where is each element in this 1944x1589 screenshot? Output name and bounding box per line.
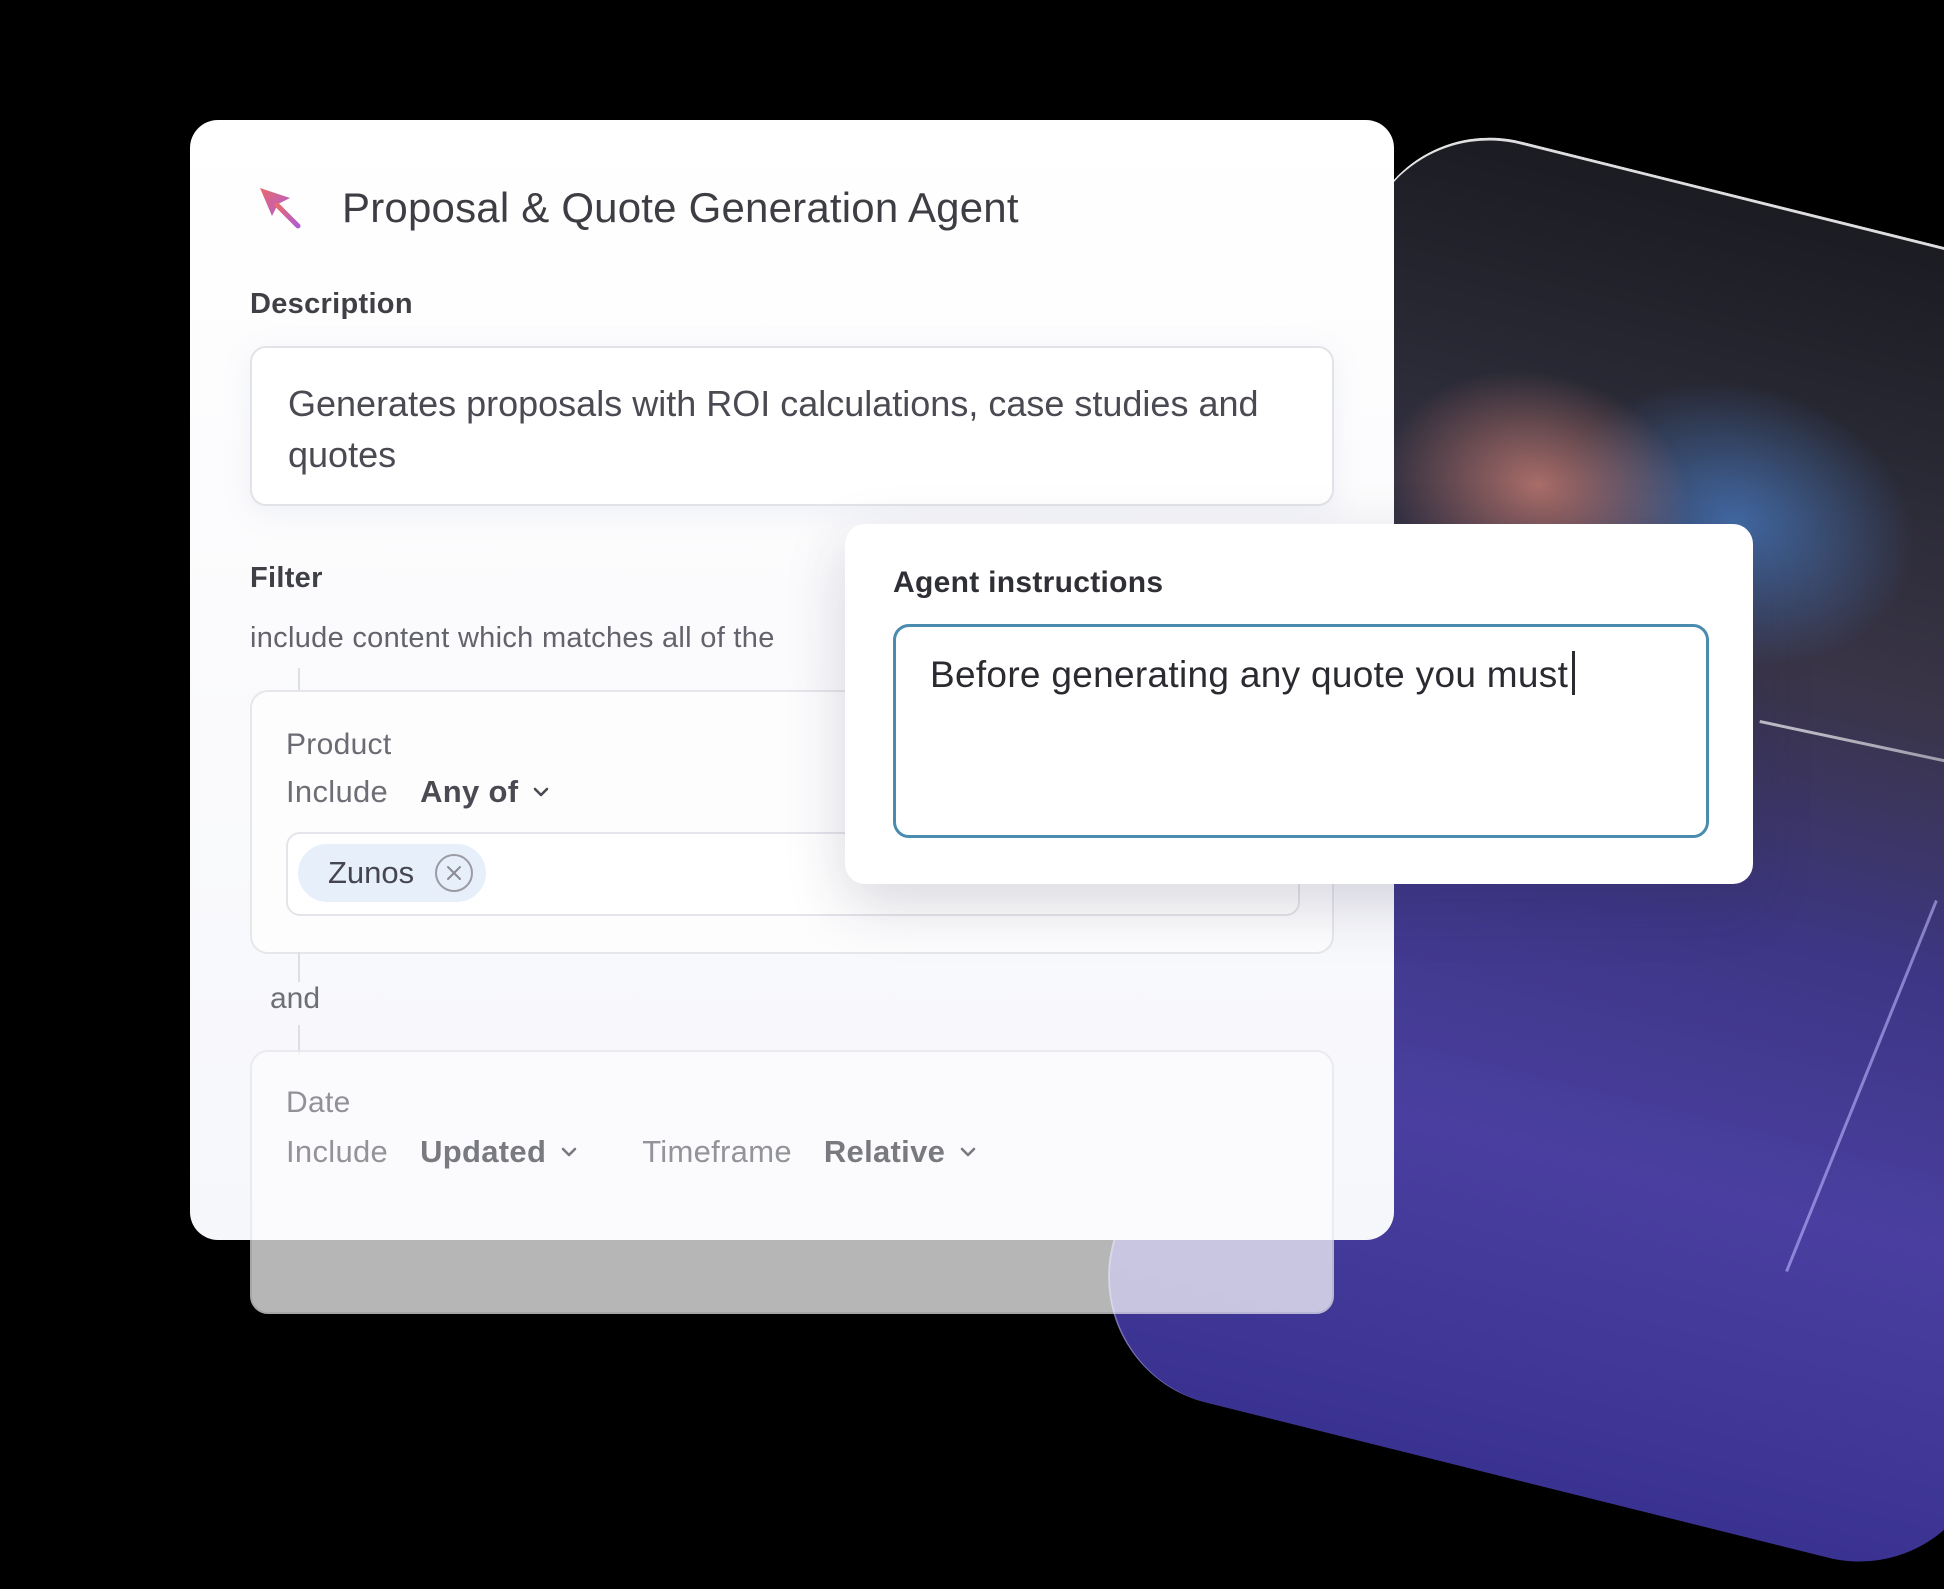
agent-instructions-value: Before generating any quote you must (930, 651, 1576, 696)
text-caret (1572, 651, 1576, 695)
connector-line (298, 952, 300, 982)
instructions-text: Before generating any quote you must (930, 654, 1569, 695)
tag-label: Zunos (328, 855, 415, 890)
include-label: Include (286, 774, 389, 809)
tag-chip: Zunos (298, 844, 487, 902)
description-field[interactable]: Generates proposals with ROI calculation… (250, 346, 1334, 506)
and-connector: and (270, 982, 321, 1015)
timeframe-dropdown-value: Relative (823, 1134, 946, 1169)
close-icon[interactable] (434, 853, 474, 893)
filter-subtitle: include content which matches all of the (250, 622, 775, 654)
timeframe-label: Timeframe (642, 1134, 792, 1169)
chevron-down-icon (960, 1147, 976, 1157)
connector-line (298, 668, 300, 692)
chevron-down-icon (561, 1147, 577, 1157)
include-dropdown[interactable]: Updated (420, 1134, 580, 1170)
group-title: Date (286, 1086, 351, 1119)
filter-group-date: Date Include Updated Timeframe Relative (250, 1050, 1334, 1314)
cursor-arrow-icon (260, 188, 301, 229)
include-dropdown[interactable]: Any of (420, 774, 552, 810)
include-row: Include Updated Timeframe Relative (286, 1134, 979, 1170)
agent-instructions-panel: Agent instructions Before generating any… (845, 524, 1753, 884)
include-label: Include (286, 1134, 389, 1169)
include-dropdown-value: Updated (420, 1134, 547, 1169)
description-label: Description (250, 288, 413, 320)
agent-instructions-input[interactable]: Before generating any quote you must (893, 624, 1709, 838)
chevron-down-icon (534, 787, 549, 797)
include-row: Include Any of (286, 774, 552, 810)
card-header: Proposal & Quote Generation Agent (256, 184, 1019, 232)
group-title: Product (286, 728, 392, 761)
description-value: Generates proposals with ROI calculation… (288, 383, 1259, 475)
agent-title: Proposal & Quote Generation Agent (342, 184, 1019, 231)
include-dropdown-value: Any of (420, 774, 519, 809)
timeframe-dropdown[interactable]: Relative (824, 1134, 979, 1170)
agent-instructions-label: Agent instructions (893, 566, 1164, 599)
filter-label: Filter (250, 562, 323, 594)
